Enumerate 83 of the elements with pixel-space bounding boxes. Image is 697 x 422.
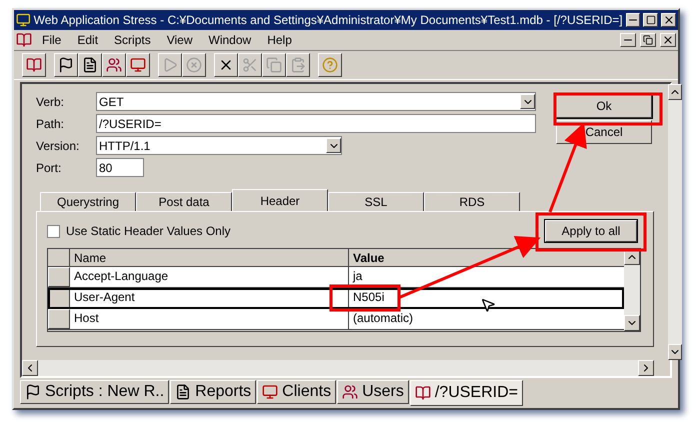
vertical-scrollbar[interactable] <box>624 249 640 331</box>
window-tab[interactable]: Users <box>337 380 409 404</box>
users-icon <box>106 57 122 73</box>
field-label: Verb: <box>36 94 66 110</box>
input-field[interactable]: /?USERID= <box>96 114 536 133</box>
table-row[interactable]: Host (automatic) <box>48 309 624 330</box>
menu-item[interactable]: File <box>36 31 68 49</box>
copy-icon <box>266 57 282 73</box>
maximize-button[interactable] <box>643 13 658 27</box>
menu-item[interactable]: Help <box>261 31 298 49</box>
help-icon <box>322 57 338 73</box>
close-icon <box>662 14 675 26</box>
window-title: Web Application Stress - C:¥Documents and Settings¥Administrator¥My Documents¥Test1.mdb - [/?USERID=] <box>34 12 623 29</box>
close-button[interactable] <box>661 13 676 27</box>
document-icon <box>175 384 192 400</box>
vertical-scrollbar[interactable] <box>668 84 682 360</box>
window-tab[interactable]: Scripts : New R.. <box>20 380 170 404</box>
field-label: Path: <box>36 116 66 132</box>
window-tab[interactable]: /?USERID= <box>410 380 523 406</box>
field-label: Version: <box>36 138 80 154</box>
dropdown[interactable]: HTTP/1.1 <box>96 136 342 155</box>
document-icon <box>82 57 98 73</box>
menu-item[interactable]: Edit <box>71 31 104 49</box>
highlight-frame <box>330 284 400 312</box>
row-selector[interactable] <box>48 267 70 287</box>
scissors-icon <box>242 57 258 73</box>
close-icon <box>662 34 674 46</box>
column-header: Value <box>352 250 386 266</box>
tab[interactable]: Header <box>232 189 328 211</box>
checkbox-label: Use Static Header Values Only <box>66 223 231 240</box>
toolbar-button[interactable] <box>54 53 78 77</box>
checkbox[interactable] <box>47 224 60 238</box>
table-cell: Host <box>70 309 349 329</box>
toolbar-button[interactable] <box>214 53 238 77</box>
mouse-cursor-icon <box>480 296 496 314</box>
book-icon <box>26 57 42 73</box>
row-selector[interactable] <box>48 309 70 329</box>
toolbar-button[interactable] <box>318 53 342 77</box>
book-icon <box>16 32 32 48</box>
table-cell: Accept-Language <box>70 267 349 287</box>
close-button[interactable] <box>660 33 676 47</box>
dropdown[interactable]: GET <box>96 92 536 111</box>
tab[interactable]: Post data <box>136 192 232 211</box>
monitor-icon <box>130 57 146 73</box>
window-tab[interactable]: Clients <box>257 380 336 404</box>
table-cell-text: ja <box>352 268 364 285</box>
toolbar-button[interactable] <box>102 53 126 77</box>
table-cell-text: N505i <box>352 289 386 306</box>
table-row[interactable]: Accept-Language ja <box>48 267 624 288</box>
book-icon <box>414 385 431 401</box>
clipboard-icon <box>290 57 306 73</box>
flag-icon <box>58 57 74 73</box>
toolbar-button[interactable] <box>126 53 150 77</box>
apply-to-all-button[interactable]: Apply to all <box>545 220 637 242</box>
monitor-icon <box>262 384 278 400</box>
play-icon <box>162 57 178 73</box>
restore-button[interactable] <box>640 33 656 47</box>
horizontal-scrollbar[interactable] <box>22 360 654 376</box>
menu-item[interactable]: Scripts <box>108 31 157 49</box>
table-cell-text: (automatic) <box>352 310 414 327</box>
toolbar-button[interactable] <box>22 53 46 77</box>
menu-item[interactable]: View <box>160 31 199 49</box>
menu-item[interactable]: Window <box>202 31 258 49</box>
tab[interactable]: Querystring <box>40 192 136 211</box>
tab[interactable]: RDS <box>424 192 520 211</box>
field-label: Port: <box>36 160 62 176</box>
users-icon <box>342 384 358 400</box>
ok-button[interactable]: Ok <box>556 94 652 118</box>
minimize-button[interactable] <box>620 33 636 47</box>
monitor-icon <box>16 12 31 28</box>
table-cell: User-Agent <box>70 288 349 308</box>
row-selector[interactable] <box>48 288 70 308</box>
window-tab[interactable]: Reports <box>170 380 256 404</box>
column-header: Name <box>70 249 349 266</box>
flag-icon <box>25 384 41 400</box>
toolbar-button[interactable] <box>78 53 102 77</box>
stop-icon <box>186 57 202 73</box>
input-field[interactable]: 80 <box>96 158 144 177</box>
minimize-button[interactable] <box>626 13 640 27</box>
restore-icon <box>643 35 653 45</box>
tab[interactable]: SSL <box>328 192 424 211</box>
table-row[interactable]: User-Agent N505i <box>48 288 624 309</box>
maximize-icon <box>646 15 656 25</box>
